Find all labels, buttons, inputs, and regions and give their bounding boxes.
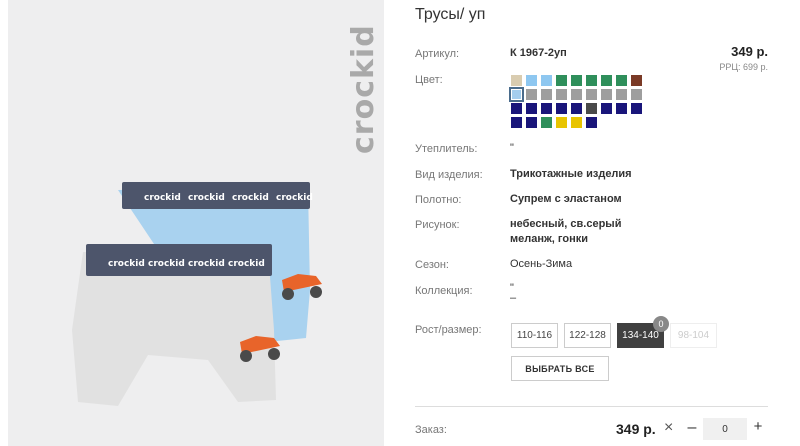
size-quantity-badge: 0 (653, 316, 669, 332)
order-price: 349 р. (616, 421, 656, 437)
color-swatch[interactable] (526, 89, 537, 100)
swatch-row (511, 103, 651, 114)
color-swatch[interactable] (556, 103, 567, 114)
size-option-label: 122-128 (569, 330, 606, 341)
sku-value: К 1967-2уп (510, 47, 567, 59)
color-swatch[interactable] (586, 103, 597, 114)
order-label: Заказ: (415, 424, 447, 436)
swatch-row (509, 87, 651, 102)
fabric-value: Супрем с эластаном (510, 193, 622, 205)
product-image[interactable]: crockid crockid crockid crockid crockid … (8, 0, 384, 446)
season-label: Сезон: (415, 259, 449, 271)
insulation-label: Утеплитель: (415, 143, 478, 155)
color-swatch[interactable] (541, 103, 552, 114)
color-swatch[interactable] (571, 103, 582, 114)
pattern-label: Рисунок: (415, 219, 460, 231)
color-swatch[interactable] (586, 117, 597, 128)
size-option-label: 134-140 (622, 330, 659, 341)
svg-text:crockid: crockid (188, 193, 225, 203)
color-swatch[interactable] (571, 75, 582, 86)
size-label: Рост/размер: (415, 324, 482, 336)
color-swatch[interactable] (601, 75, 612, 86)
product-price: 349 р. (731, 44, 768, 59)
color-swatch[interactable] (556, 117, 567, 128)
color-swatch[interactable] (571, 89, 582, 100)
color-swatch[interactable] (526, 103, 537, 114)
product-title: Трусы/ уп (415, 6, 486, 23)
color-swatch[interactable] (631, 89, 642, 100)
size-option-label: 110-116 (516, 330, 553, 341)
briefs-illustration: crockid crockid crockid crockid crockid … (72, 182, 322, 406)
size-option-134-140[interactable]: 134-140 0 (617, 316, 669, 348)
divider (415, 406, 768, 407)
swatch-row (511, 75, 651, 86)
color-swatch[interactable] (601, 89, 612, 100)
color-swatches (509, 75, 651, 131)
svg-text:crockid: crockid (144, 193, 181, 203)
fabric-label: Полотно: (415, 194, 462, 206)
brand-logo: crockid (346, 24, 381, 154)
season-value: Осень-Зима (510, 258, 573, 270)
color-swatch[interactable] (616, 103, 627, 114)
pattern-value-line2: меланж, гонки (510, 233, 588, 245)
select-all-button[interactable]: ВЫБРАТЬ ВСЕ (511, 356, 609, 381)
color-label: Цвет: (415, 74, 443, 86)
color-swatch[interactable] (586, 89, 597, 100)
quantity-input[interactable] (703, 418, 747, 440)
recommended-price: РРЦ: 699 р. (719, 62, 768, 72)
svg-text:crockid: crockid (228, 259, 265, 269)
size-option-122-128[interactable]: 122-128 (564, 323, 611, 348)
svg-text:crockid: crockid (108, 259, 145, 269)
collection-value-line2: – (510, 292, 517, 304)
color-swatch[interactable] (526, 75, 537, 86)
color-swatch[interactable] (541, 117, 552, 128)
size-option-110-116[interactable]: 110-116 (511, 323, 558, 348)
color-swatch[interactable] (541, 89, 552, 100)
color-swatch[interactable] (511, 75, 522, 86)
grey-briefs: crockid crockid crockid crockid (72, 244, 280, 406)
swatch-row (511, 117, 651, 128)
clear-order-icon[interactable]: × (664, 419, 673, 437)
color-swatch[interactable] (511, 117, 522, 128)
size-options: 110-116 122-128 134-140 0 98-104 (511, 316, 717, 348)
decrease-quantity-button[interactable]: – (685, 419, 699, 437)
svg-text:crockid: crockid (188, 259, 225, 269)
insulation-value: " (510, 142, 514, 154)
color-swatch[interactable] (556, 75, 567, 86)
type-label: Вид изделия: (415, 169, 483, 181)
svg-text:crockid: crockid (232, 193, 269, 203)
increase-quantity-button[interactable]: + (751, 418, 765, 435)
color-swatch[interactable] (601, 103, 612, 114)
color-swatch[interactable] (631, 75, 642, 86)
svg-text:crockid: crockid (276, 193, 313, 203)
size-option-98-104: 98-104 (670, 323, 717, 348)
color-swatch[interactable] (509, 87, 524, 102)
color-swatch[interactable] (556, 89, 567, 100)
type-value: Трикотажные изделия (510, 168, 632, 180)
svg-text:crockid: crockid (148, 259, 185, 269)
color-swatch[interactable] (526, 117, 537, 128)
color-swatch[interactable] (541, 75, 552, 86)
collection-label: Коллекция: (415, 285, 473, 297)
color-swatch[interactable] (511, 103, 522, 114)
color-swatch[interactable] (631, 103, 642, 114)
sku-label: Артикул: (415, 48, 460, 60)
color-swatch[interactable] (571, 117, 582, 128)
color-swatch[interactable] (586, 75, 597, 86)
color-swatch[interactable] (616, 89, 627, 100)
size-option-label: 98-104 (677, 330, 710, 341)
pattern-value-line1: небесный, св.серый (510, 218, 622, 230)
color-swatch[interactable] (616, 75, 627, 86)
